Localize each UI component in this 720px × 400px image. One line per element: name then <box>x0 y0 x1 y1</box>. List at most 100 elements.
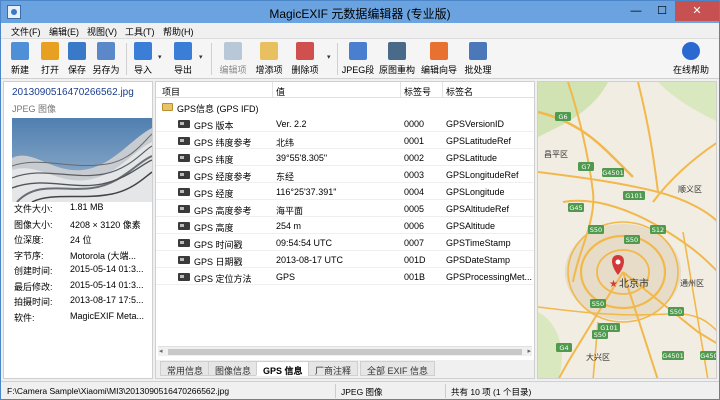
delete-item-button[interactable]: 删除项 <box>287 41 323 77</box>
edit-item-button[interactable]: 编辑项 <box>215 41 251 77</box>
tab-4[interactable]: 全部 EXIF 信息 <box>360 361 436 376</box>
cell-value: 海平面 <box>276 206 304 216</box>
menu-view[interactable]: 视图(V) <box>87 25 117 38</box>
cell-tag: 0006 <box>404 221 425 231</box>
table-row[interactable]: GPS 定位方法 GPS 001B GPSProcessingMet... <box>156 269 534 285</box>
rebuild-button[interactable]: 原图重构 <box>377 41 417 77</box>
tab-1[interactable]: 图像信息 <box>208 361 259 376</box>
gps-tag-icon <box>178 273 190 281</box>
scrollbar-thumb[interactable] <box>168 349 522 355</box>
minimize-button[interactable]: — <box>623 1 649 21</box>
table-header: 项目 值 标签号 标签名 <box>156 82 534 98</box>
horizontal-scrollbar[interactable]: ◂ ▸ <box>158 346 532 356</box>
menu-file[interactable]: 文件(F) <box>11 25 41 38</box>
new-file-icon <box>11 42 29 60</box>
open-label: 打开 <box>40 65 59 75</box>
gps-tag-icon <box>178 239 190 247</box>
gps-tag-icon <box>178 137 190 145</box>
table-row[interactable]: GPS 日期戳 2013-08-17 UTC 001D GPSDateStamp <box>156 252 534 268</box>
map-label-daxing: 大兴区 <box>586 352 610 362</box>
table-row[interactable]: GPS 版本 Ver. 2.2 0000 GPSVersionID <box>156 116 534 132</box>
export-label: 导出 <box>173 65 192 75</box>
table-row[interactable]: GPS 纬度 39°55'8.305" 0002 GPSLatitude <box>156 150 534 166</box>
export-button[interactable]: 导出 <box>169 41 197 77</box>
column-header-tag[interactable]: 标签号 <box>404 85 431 98</box>
tab-2[interactable]: GPS 信息 <box>256 361 310 376</box>
map-label-tongzhou: 通州区 <box>680 278 704 288</box>
help-button[interactable]: 在线帮助 <box>669 41 713 77</box>
gps-group-row[interactable]: GPS信息 (GPS IFD) <box>156 99 534 115</box>
cell-tag-name: GPSLongitude <box>446 187 505 197</box>
gps-tag-icon <box>178 256 190 264</box>
save-label: 保存 <box>67 65 86 75</box>
scroll-right-icon[interactable]: ▸ <box>527 347 531 355</box>
cell-tag: 001B <box>404 272 426 282</box>
delete-icon <box>296 42 314 60</box>
property-label: 最后修改: <box>14 281 53 292</box>
property-row: 图像大小: 4208 × 3120 像素 <box>14 216 152 232</box>
wizard-button[interactable]: 编辑向导 <box>419 41 459 77</box>
table-row[interactable]: GPS 时间戳 09:54:54 UTC 0007 GPSTimeStamp <box>156 235 534 251</box>
property-value: 2013-08-17 17:5... <box>70 295 144 305</box>
add-item-button[interactable]: 增添项 <box>251 41 287 77</box>
menu-edit[interactable]: 编辑(E) <box>49 25 79 38</box>
gps-tag-icon <box>178 222 190 230</box>
status-file-type: JPEG 图像 <box>341 387 383 397</box>
gps-tag-icon <box>178 205 190 213</box>
menu-tools[interactable]: 工具(T) <box>125 25 155 38</box>
save-icon <box>68 42 86 60</box>
cell-item: GPS 纬度 <box>194 155 234 165</box>
status-divider <box>445 384 446 398</box>
close-button[interactable]: ✕ <box>675 1 719 21</box>
file-properties: 文件大小: 1.81 MB 图像大小: 4208 × 3120 像素 位深度: 24 位字… <box>14 200 152 324</box>
property-label: 图像大小: <box>14 219 53 230</box>
status-divider <box>335 384 336 398</box>
column-header-item[interactable]: 项目 <box>162 85 180 98</box>
table-row[interactable]: GPS 高度 254 m 0006 GPSAltitude <box>156 218 534 234</box>
road-shield-label: G4501 <box>662 352 684 360</box>
column-divider[interactable] <box>272 82 273 98</box>
maximize-button[interactable]: ☐ <box>649 1 675 21</box>
batch-button[interactable]: 批处理 <box>461 41 495 77</box>
road-shield-label: G7 <box>581 163 590 171</box>
road-shield-label: G4501 <box>700 352 717 360</box>
delete-item-label: 删除项 <box>291 65 319 75</box>
tab-0[interactable]: 常用信息 <box>160 361 211 376</box>
new-button[interactable]: 新建 <box>5 41 35 77</box>
table-row[interactable]: GPS 经度 116°25'37.391" 0004 GPSLongitude <box>156 184 534 200</box>
road-shield-label: G101 <box>625 192 642 200</box>
column-header-tag-name[interactable]: 标签名 <box>446 85 473 98</box>
road-shield-label: G4501 <box>602 169 624 177</box>
import-label: 导入 <box>133 65 152 75</box>
table-row[interactable]: GPS 纬度参考 北纬 0001 GPSLatitudeRef <box>156 133 534 149</box>
cell-value: GPS <box>276 272 296 282</box>
menu-help[interactable]: 帮助(H) <box>163 25 194 38</box>
property-label: 软件: <box>14 312 35 323</box>
column-header-value[interactable]: 值 <box>276 85 285 98</box>
map-label-changping: 昌平区 <box>544 150 568 159</box>
save-as-button[interactable]: 另存为 <box>89 41 123 77</box>
column-divider[interactable] <box>442 82 443 98</box>
open-button[interactable]: 打开 <box>35 41 65 77</box>
location-map[interactable]: G6 G7 G4501 G101 G45 S50 S12 S50 S50 S50 G101 S50 G4… <box>537 81 717 379</box>
table-row[interactable]: GPS 经度参考 东经 0003 GPSLongitudeRef <box>156 167 534 183</box>
toolbar: 新建 打开 保存 另存为 导入 ▾ 导出 ▾ 编辑项 增添项 删除项 ▾ JPE… <box>1 39 719 79</box>
export-dropdown-icon[interactable]: ▾ <box>199 53 203 61</box>
save-button[interactable]: 保存 <box>63 41 91 77</box>
jpeg-segment-button[interactable]: JPEG段 <box>341 41 375 77</box>
import-button[interactable]: 导入 <box>129 41 157 77</box>
tab-3[interactable]: 厂商注释 <box>308 361 359 376</box>
cell-item: GPS 定位方法 <box>194 274 252 284</box>
status-bar: F:\Camera Sample\Xiaomi\MI3\201309051647… <box>1 381 719 399</box>
road-shield-label: G4 <box>559 344 568 352</box>
add-item-label: 增添项 <box>255 65 283 75</box>
import-dropdown-icon[interactable]: ▾ <box>158 53 162 61</box>
column-divider[interactable] <box>400 82 401 98</box>
cell-tag-name: GPSVersionID <box>446 119 505 129</box>
delete-dropdown-icon[interactable]: ▾ <box>327 53 331 61</box>
gps-tag-icon <box>178 188 190 196</box>
scroll-left-icon[interactable]: ◂ <box>159 347 163 355</box>
import-icon <box>134 42 152 60</box>
table-row[interactable]: GPS 高度参考 海平面 0005 GPSAltitudeRef <box>156 201 534 217</box>
cell-value: 09:54:54 UTC <box>276 238 333 248</box>
